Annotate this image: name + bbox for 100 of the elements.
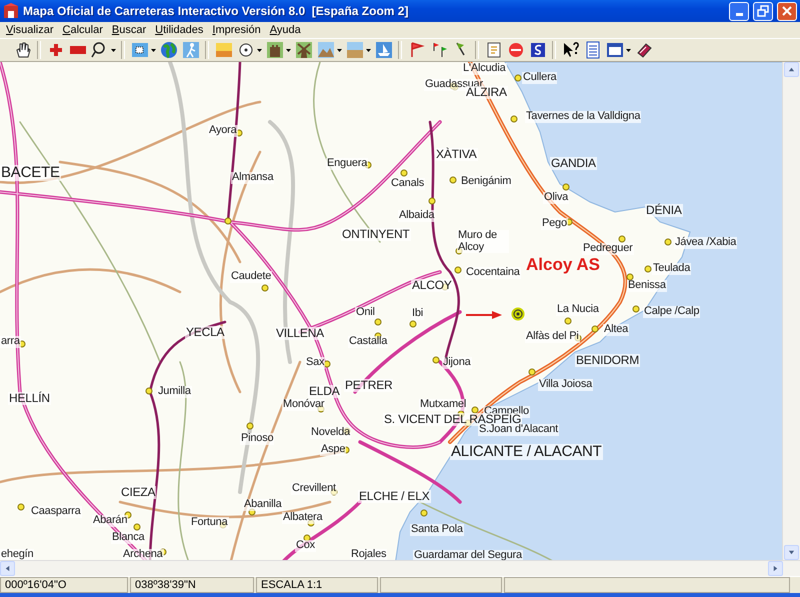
magnifier-tool[interactable] [89,40,117,60]
place-label: Rojales [350,549,388,560]
place-label: Calpe /Calp [643,306,700,318]
place-label: Abanilla [243,499,283,511]
globe-icon [160,41,178,59]
windmill-icon [294,41,312,59]
menu-item[interactable]: Ayuda [266,24,306,36]
place-label: Fortuna [190,517,229,529]
place-label: Mutxamel [419,399,468,411]
place-label: Benissa [627,280,667,292]
arrow-icon [466,310,502,320]
target-marker-icon [511,307,525,321]
menu-item[interactable]: Visualizar [2,24,58,36]
place-label: Monóvar [282,399,326,411]
s-square-icon [528,41,546,59]
close-button[interactable] [777,2,797,20]
caret-icon [150,48,156,52]
place-label: Teulada [652,263,692,275]
up-arrow-icon [788,66,795,73]
place-label: ONTINYENT [341,228,411,241]
place-label: Cocentaina [465,267,521,279]
document-icon [484,41,502,59]
place-label: Archena [122,549,164,560]
caret-icon [626,48,630,52]
place-label: GANDIA [550,157,597,170]
window-tool[interactable] [604,40,632,60]
down-arrow-icon [788,549,795,556]
place-label: Canals [390,178,426,190]
right-arrow-icon [772,565,779,572]
place-label: Albaida [398,210,436,222]
place-label: Novelda [310,427,351,439]
circle-icon [236,41,254,59]
menu-item[interactable]: Utilidades [151,24,208,36]
place-label: Oliva [543,192,570,204]
window-title: Mapa Oficial de Carreteras Interactivo Versión 8.0 [España Zoom 2] [23,4,410,18]
no-entry-icon [506,41,524,59]
place-label: ALICANTE / ALACANT [450,444,603,460]
caret-icon [256,48,262,52]
boat-tool[interactable] [373,40,394,60]
place-label: ALZIRA [465,86,508,99]
place-label: YECLA [185,326,226,339]
place-label: Alfàs del Pi [525,331,580,343]
place-label: CIEZA [120,486,156,499]
restore-button[interactable] [753,2,773,20]
place-label: Pego [541,218,568,230]
hand-icon [14,41,32,59]
scroll-down-button[interactable] [784,545,799,560]
hills-tool[interactable] [315,40,343,60]
place-label: Sax [305,357,326,369]
place-label: Pinoso [240,433,274,445]
place-label: Jumilla [157,386,192,398]
field-icon [346,41,364,59]
place-label: Ibi [411,308,424,320]
place-label: Villa Joiosa [538,379,594,391]
selection-tool[interactable] [129,40,157,60]
place-label: S.Joan d'Alacant [478,424,560,436]
caret-icon [366,48,370,52]
place-label: Almansa [231,172,274,184]
caret-icon [110,48,116,52]
close-icon [782,6,792,16]
place-label: Altea [603,324,630,336]
field-tool[interactable] [344,40,372,60]
menu-item[interactable]: Calcular [58,24,108,36]
place-label: La Nucia [556,304,600,316]
caret-icon [336,48,342,52]
place-label: VILLENA [275,327,325,340]
place-label: Santa Pola [410,524,464,536]
place-label: Guardamar del Segura [413,550,523,560]
place-label: Jijona [442,357,472,369]
place-label: BACETE [0,165,61,181]
status-pane: 038º38'39"N [130,577,254,593]
place-label: Blanca [111,532,146,544]
place-label: Castalla [348,336,388,348]
place-label: ELCHE / ELX [358,490,430,503]
minimize-button[interactable] [729,2,749,20]
vertical-scrollbar[interactable] [782,62,800,560]
castle-tool[interactable] [264,40,292,60]
place-label: Abarán [92,515,128,527]
place-label: Enguera [326,158,368,170]
place-label: Caudete [230,271,272,283]
scroll-left-button[interactable] [0,561,15,576]
menu-item[interactable]: Buscar [108,24,152,36]
scroll-up-button[interactable] [784,62,799,77]
horizontal-scrollbar[interactable] [0,560,800,576]
place-label: Onil [355,307,376,319]
place-label: Tavernes de la Valldigna [525,111,642,123]
scroll-right-button[interactable] [768,561,783,576]
place-label: Crevillent [291,483,337,495]
place-label: Benigánim [460,176,512,188]
status-pane: 000º16'04"O [0,577,128,593]
place-label: Ayora [208,125,238,137]
boat-icon [374,41,392,59]
windmill-tool[interactable] [293,40,314,60]
place-label: BENIDORM [575,354,640,367]
status-pane: ESCALA 1:1 [256,577,378,593]
walker-icon [182,41,200,59]
globe-tool[interactable] [158,40,179,60]
place-label: Albatera [282,512,324,524]
place-label: ELDA [308,385,341,398]
menu-item[interactable]: Impresión [208,24,266,36]
